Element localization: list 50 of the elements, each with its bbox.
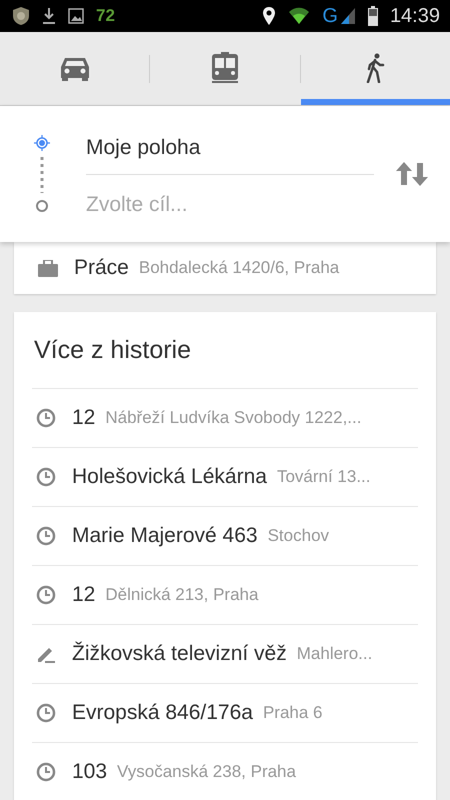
place-name: 12 — [72, 583, 96, 607]
notification-count: 72 — [96, 6, 115, 26]
history-item[interactable]: 12 Nábřeží Ludvíka Svobody 1222,... — [32, 389, 418, 448]
place-address: Praha 6 — [262, 703, 323, 723]
network-type: G — [322, 4, 338, 28]
place-address: Nábřeží Ludvíka Svobody 1222,... — [105, 408, 362, 428]
clock: 14:39 — [390, 4, 440, 28]
place-name: Holešovická Lékárna — [72, 465, 267, 489]
history-item[interactable]: Marie Majerové 463 Stochov — [32, 507, 418, 566]
place-address: Dělnická 213, Praha — [105, 585, 258, 605]
clock-icon — [36, 703, 56, 723]
place-name: Práce — [74, 256, 129, 280]
clock-icon — [36, 408, 56, 428]
walking-person-icon — [365, 53, 386, 83]
swap-arrows-icon — [395, 161, 429, 187]
place-name: 103 — [72, 760, 108, 784]
history-item[interactable]: Žižkovská televizní věž Mahlero... — [32, 625, 418, 684]
place-name: Marie Majerové 463 — [72, 524, 258, 548]
dotted-line — [40, 155, 44, 195]
origin-field[interactable]: Moje poloha — [86, 126, 374, 174]
place-address: Tovární 13... — [276, 467, 370, 487]
wifi-icon — [288, 7, 310, 25]
saved-place-card[interactable]: Práce Bohdalecká 1420/6, Praha — [14, 242, 436, 294]
section-title: Více z historie — [32, 312, 418, 389]
image-icon — [68, 8, 84, 24]
place-name: Žižkovská televizní věž — [72, 642, 287, 666]
battery-icon — [368, 6, 378, 26]
history-item[interactable]: 12 Dělnická 213, Praha — [32, 566, 418, 625]
download-icon — [42, 7, 56, 25]
place-address: Stochov — [268, 526, 330, 546]
clock-icon — [36, 467, 56, 487]
destination-field[interactable]: Zvolte cíl... — [86, 174, 374, 222]
history-item[interactable]: Holešovická Lékárna Tovární 13... — [32, 448, 418, 507]
briefcase-icon — [38, 260, 58, 276]
history-item[interactable]: Evropská 846/176a Praha 6 — [32, 684, 418, 743]
signal-icon — [340, 7, 356, 25]
place-name: Evropská 846/176a — [72, 701, 253, 725]
place-address: Vysočanská 238, Praha — [117, 762, 296, 782]
clock-icon — [36, 526, 56, 546]
place-address: Bohdalecká 1420/6, Praha — [138, 258, 340, 278]
shield-icon — [12, 6, 30, 26]
my-location-icon — [34, 135, 50, 151]
place-address: Mahlero... — [296, 644, 372, 664]
location-pin-icon — [262, 6, 276, 26]
destination-circle-icon — [35, 199, 49, 213]
history-item[interactable]: 103 Vysočanská 238, Praha — [32, 743, 418, 800]
clock-icon — [36, 585, 56, 605]
place-name: 12 — [72, 406, 96, 430]
clock-icon — [36, 762, 56, 782]
bus-icon — [210, 52, 239, 84]
